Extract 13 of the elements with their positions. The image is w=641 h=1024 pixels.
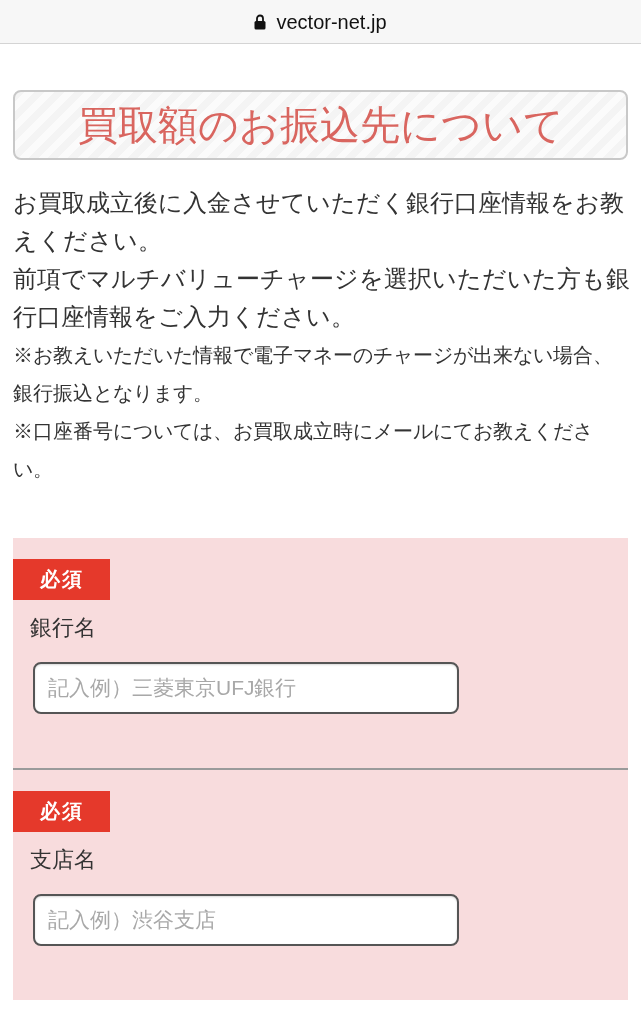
- domain-text[interactable]: vector-net.jp: [276, 6, 387, 37]
- field-label: 銀行名: [30, 614, 96, 642]
- field-label: 支店名: [30, 846, 96, 874]
- lock-icon: [254, 13, 267, 30]
- note-text: ※口座番号については、お買取成立時にメールにてお教えください。: [13, 419, 594, 482]
- required-badge: 必須: [13, 791, 110, 832]
- required-badge: 必須: [13, 559, 110, 600]
- input-field[interactable]: 記入例）三菱東京UFJ銀行: [33, 662, 459, 714]
- note-text: ※お教えいただいた情報で電子マネーのチャージが出来ない場合、銀行振込となります。: [13, 343, 614, 406]
- input-field[interactable]: 記入例）渋谷支店: [33, 894, 459, 946]
- intro-text: お買取成立後に入金させていただく銀行口座情報をお教えください。: [13, 188, 625, 256]
- intro-text: 前項でマルチバリューチャージを選択いただいた方も銀行口座情報をご入力ください。: [13, 264, 631, 332]
- section-heading: 買取額のお振込先について: [13, 90, 628, 160]
